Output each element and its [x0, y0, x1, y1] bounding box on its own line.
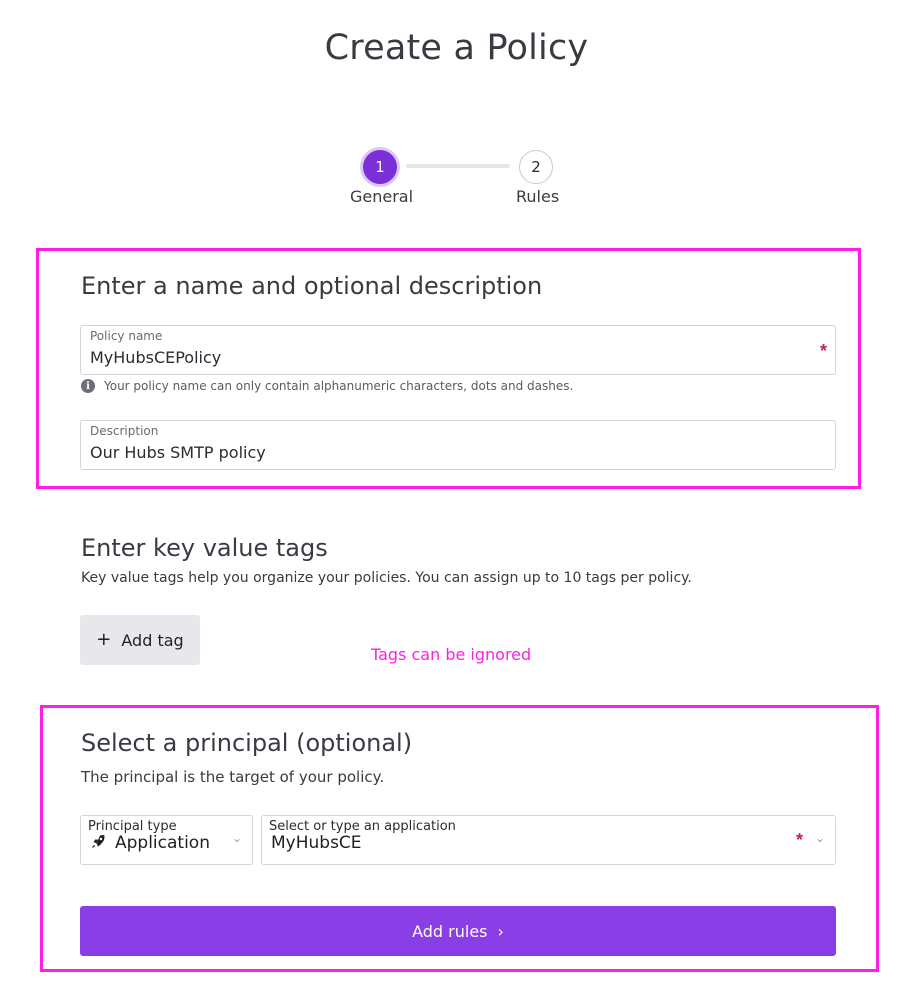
- page-title: Create a Policy: [324, 28, 589, 68]
- step-2-indicator[interactable]: 2: [519, 150, 553, 184]
- policy-name-value[interactable]: MyHubsCEPolicy: [90, 348, 221, 367]
- application-select[interactable]: Select or type an application MyHubsCE *…: [261, 815, 836, 865]
- add-rules-button[interactable]: Add rules ›: [80, 906, 836, 956]
- principal-type-select[interactable]: Principal type Application ⌄: [80, 815, 253, 865]
- chevron-right-icon: ›: [497, 921, 504, 941]
- step-connector: [406, 164, 510, 168]
- add-tag-button[interactable]: + Add tag: [80, 615, 200, 665]
- tags-annotation: Tags can be ignored: [371, 645, 532, 664]
- add-rules-label: Add rules: [412, 921, 488, 941]
- step-1-indicator[interactable]: 1: [363, 150, 397, 184]
- add-tag-label: Add tag: [121, 630, 184, 650]
- chevron-down-icon[interactable]: ⌄: [232, 831, 242, 845]
- description-value[interactable]: Our Hubs SMTP policy: [90, 443, 266, 462]
- chevron-down-icon[interactable]: ⌄: [815, 831, 825, 845]
- info-icon: i: [81, 379, 95, 393]
- general-heading: Enter a name and optional description: [81, 272, 543, 300]
- application-value[interactable]: MyHubsCE: [271, 833, 362, 853]
- policy-name-field[interactable]: Policy name MyHubsCEPolicy *: [80, 325, 836, 375]
- tags-heading: Enter key value tags: [81, 534, 328, 562]
- step-1-label: General: [350, 187, 414, 206]
- policy-name-hint-text: Your policy name can only contain alphan…: [104, 379, 574, 393]
- required-marker: *: [819, 341, 827, 361]
- policy-name-hint: i Your policy name can only contain alph…: [81, 379, 573, 393]
- description-field[interactable]: Description Our Hubs SMTP policy: [80, 420, 836, 470]
- required-marker: *: [795, 830, 803, 850]
- principal-type-label: Principal type: [88, 819, 177, 834]
- principal-heading: Select a principal (optional): [81, 729, 413, 757]
- plus-icon: +: [96, 629, 112, 650]
- application-label: Select or type an application: [269, 819, 456, 834]
- principal-type-value: Application: [115, 833, 210, 853]
- tags-subtitle: Key value tags help you organize your po…: [81, 570, 692, 586]
- description-label: Description: [90, 424, 159, 438]
- policy-name-label: Policy name: [90, 329, 163, 343]
- principal-subtitle: The principal is the target of your poli…: [81, 768, 385, 786]
- step-2-label: Rules: [516, 187, 560, 206]
- rocket-icon: [92, 835, 105, 848]
